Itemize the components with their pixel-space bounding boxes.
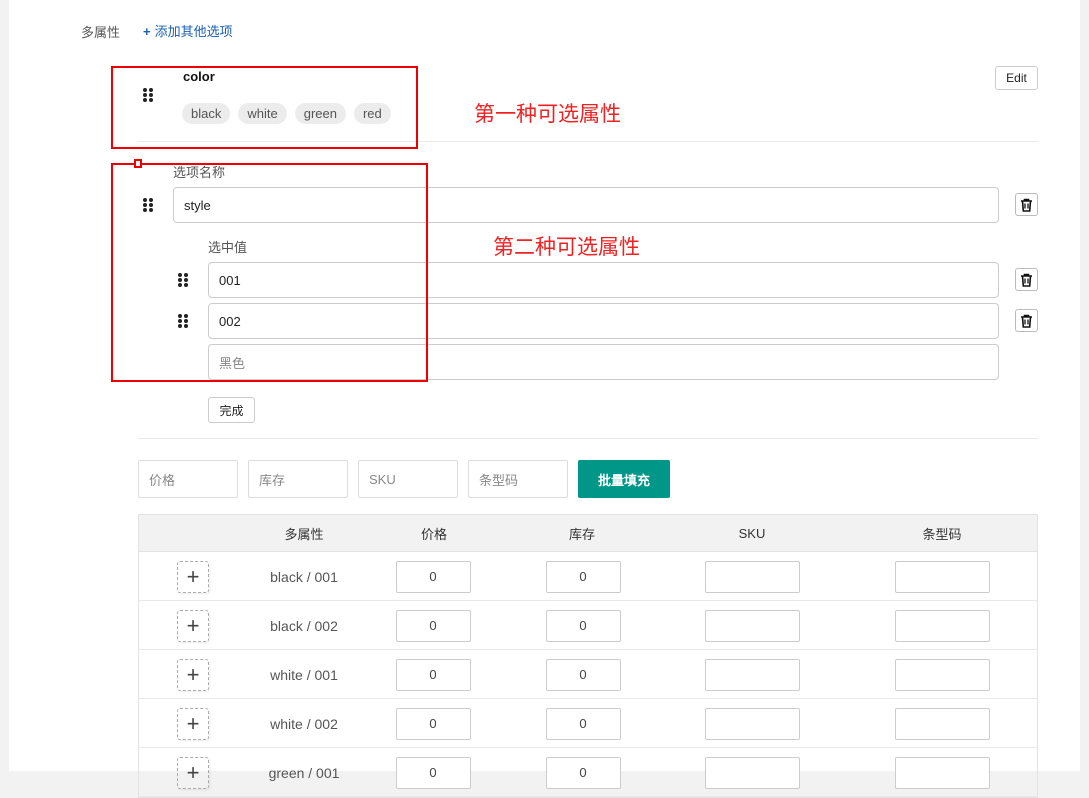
add-image-button[interactable]: + xyxy=(177,707,209,740)
table-body: + black / 001 0 0 + black / 002 0 0 + white / 001… xyxy=(139,552,1037,797)
barcode-input[interactable] xyxy=(894,658,990,691)
stock-input[interactable]: 0 xyxy=(545,609,621,642)
trash-icon xyxy=(1021,273,1032,287)
variant-name: white / 001 xyxy=(270,666,338,683)
variant-name: black / 002 xyxy=(270,617,338,634)
table-row: + white / 001 0 0 xyxy=(139,650,1037,699)
batch-sku-input[interactable]: SKU xyxy=(358,460,458,498)
annotation-box xyxy=(111,163,428,382)
sku-input[interactable] xyxy=(704,609,800,642)
trash-icon xyxy=(1021,314,1032,328)
stock-input[interactable]: 0 xyxy=(545,560,621,593)
table-row: + white / 002 0 0 xyxy=(139,699,1037,748)
variant-name: black / 001 xyxy=(270,568,338,585)
plus-icon: + xyxy=(186,661,200,687)
batch-price-input[interactable]: 价格 xyxy=(138,460,238,498)
add-image-button[interactable]: + xyxy=(177,756,209,789)
delete-value-button[interactable] xyxy=(1015,309,1038,332)
multi-attribute-label: 多属性 xyxy=(81,25,121,40)
plus-icon: + xyxy=(186,759,200,785)
annotation-box xyxy=(111,66,418,149)
stock-input[interactable]: 0 xyxy=(545,756,621,789)
stock-input[interactable]: 0 xyxy=(545,707,621,740)
table-row: + green / 001 0 0 xyxy=(139,748,1037,797)
add-image-cell: + xyxy=(139,650,247,699)
add-image-cell: + xyxy=(139,552,247,601)
sku-input[interactable] xyxy=(704,756,800,789)
table-header: 多属性 价格 库存 SKU 条型码 xyxy=(139,515,1037,552)
barcode-input[interactable] xyxy=(894,560,990,593)
column-header: 价格 xyxy=(420,527,447,542)
add-image-cell: + xyxy=(139,699,247,748)
column-header: 多属性 xyxy=(284,527,324,542)
variants-table: 多属性 价格 库存 SKU 条型码 + black / 001 0 0 + black /… xyxy=(138,514,1038,798)
price-input[interactable]: 0 xyxy=(395,756,471,789)
delete-option-button[interactable] xyxy=(1015,193,1038,216)
barcode-input[interactable] xyxy=(894,756,990,789)
add-image-button[interactable]: + xyxy=(177,658,209,691)
variant-name: white / 002 xyxy=(270,715,338,732)
plus-icon: + xyxy=(186,710,200,736)
product-options-panel: 多属性 + 添加其他选项 color black white green red … xyxy=(9,0,1080,798)
stock-input[interactable]: 0 xyxy=(545,658,621,691)
annotation-text: 第二种可选属性 xyxy=(493,235,640,259)
delete-value-button[interactable] xyxy=(1015,268,1038,291)
price-input[interactable]: 0 xyxy=(395,707,471,740)
add-image-button[interactable]: + xyxy=(177,609,209,642)
column-header: 条型码 xyxy=(922,527,962,542)
variant-name: green / 001 xyxy=(268,764,340,781)
add-image-cell: + xyxy=(139,601,247,650)
barcode-input[interactable] xyxy=(894,609,990,642)
done-button[interactable]: 完成 xyxy=(208,397,255,423)
price-input[interactable]: 0 xyxy=(395,658,471,691)
price-input[interactable]: 0 xyxy=(395,560,471,593)
table-row: + black / 001 0 0 xyxy=(139,552,1037,601)
plus-icon: + xyxy=(186,563,200,589)
annotation-marker xyxy=(134,159,142,168)
edit-button[interactable]: Edit xyxy=(995,66,1038,90)
plus-icon: + xyxy=(143,24,151,39)
add-image-button[interactable]: + xyxy=(177,560,209,593)
table-row: + black / 002 0 0 xyxy=(139,601,1037,650)
batch-barcode-input[interactable]: 条型码 xyxy=(468,460,568,498)
batch-stock-input[interactable]: 库存 xyxy=(248,460,348,498)
add-option-link[interactable]: + 添加其他选项 xyxy=(143,21,233,40)
add-option-label: 添加其他选项 xyxy=(154,24,233,39)
annotation-text: 第一种可选属性 xyxy=(474,102,621,126)
divider xyxy=(138,438,1038,439)
column-header: 库存 xyxy=(568,527,595,542)
sku-input[interactable] xyxy=(704,658,800,691)
barcode-input[interactable] xyxy=(894,707,990,740)
add-image-cell: + xyxy=(139,748,247,797)
price-input[interactable]: 0 xyxy=(395,609,471,642)
sku-input[interactable] xyxy=(704,707,800,740)
plus-icon: + xyxy=(186,612,200,638)
sku-input[interactable] xyxy=(704,560,800,593)
trash-icon xyxy=(1021,198,1032,212)
batch-fill-button[interactable]: 批量填充 xyxy=(578,460,670,498)
column-header: SKU xyxy=(738,526,766,541)
